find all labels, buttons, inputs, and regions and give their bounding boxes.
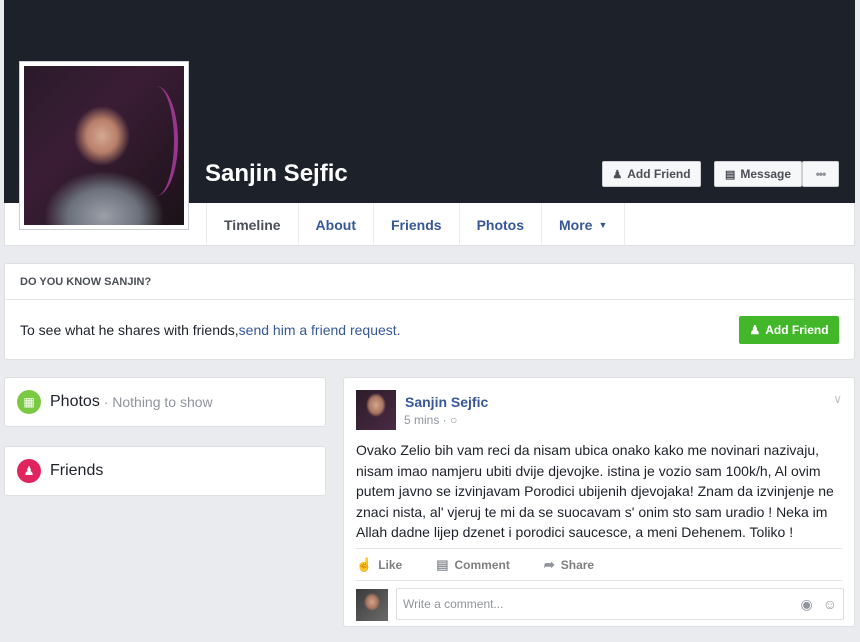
tab-about[interactable]: About (297, 203, 373, 246)
friends-card[interactable]: ♟ Friends (4, 446, 326, 496)
tab-label: Photos (476, 216, 525, 233)
share-icon: ➦ (543, 556, 555, 572)
add-friend-label: Add Friend (765, 323, 829, 337)
comment-label: Comment (454, 557, 510, 572)
more-options-button[interactable]: ••• (802, 161, 839, 187)
post-author-name[interactable]: Sanjin Sejfic (405, 394, 488, 410)
tab-label: Timeline (224, 216, 281, 233)
globe-icon[interactable]: ○ (450, 413, 457, 427)
post-timestamp[interactable]: 5 mins (404, 413, 439, 427)
profile-picture[interactable] (19, 61, 189, 230)
post-card: Sanjin Sejfic 5 mins · ○ ∨ Ovako Zelio b… (343, 377, 855, 627)
camera-icon[interactable]: ◉ (800, 596, 812, 613)
friends-icon: ♟ (17, 459, 41, 483)
friend-request-link[interactable]: send him a friend request. (239, 322, 401, 338)
tab-photos[interactable]: Photos (458, 203, 541, 246)
like-label: Like (378, 557, 403, 572)
profile-tabs: Timeline About Friends Photos More ▼ (206, 203, 626, 246)
photos-empty-note: · Nothing to show (99, 394, 213, 410)
post-text: Ovako Zelio bih vam reci da nisam ubica … (356, 442, 834, 540)
know-user-message: To see what he shares with friends, (20, 322, 239, 338)
tab-label: More (559, 216, 593, 233)
add-friend-label: Add Friend (627, 167, 691, 181)
photos-icon: ▦ (17, 390, 41, 414)
profile-photo-image (24, 66, 184, 225)
photos-card[interactable]: ▦ Photos · Nothing to show (4, 377, 326, 427)
message-label: Message (740, 167, 792, 181)
post-meta: 5 mins · ○ (404, 413, 457, 427)
tab-friends[interactable]: Friends (372, 203, 459, 246)
photos-title[interactable]: Photos (50, 393, 100, 411)
thumbs-up-icon: ☝ (356, 556, 373, 572)
post-author-avatar[interactable] (356, 390, 396, 430)
message-button[interactable]: ▤ Message (714, 161, 802, 187)
know-user-box: DO YOU KNOW SANJIN? To see what he share… (4, 263, 855, 360)
share-button[interactable]: ➦ Share (544, 557, 594, 573)
meta-separator: · (439, 413, 451, 427)
comment-button[interactable]: ▤ Comment (436, 557, 510, 573)
profile-name[interactable]: Sanjin Sejfic (205, 160, 348, 188)
know-user-text: To see what he shares with friends, send… (5, 300, 854, 360)
more-options-icon: ••• (815, 167, 827, 181)
comment-icon: ▤ (436, 556, 449, 572)
chevron-down-icon: ▼ (598, 219, 608, 230)
share-label: Share (560, 557, 595, 572)
commenter-avatar (356, 589, 388, 621)
emoji-icon[interactable]: ☺ (823, 596, 837, 612)
like-button[interactable]: ☝ Like (356, 557, 402, 573)
add-friend-icon: ♟ (612, 168, 623, 181)
tab-timeline[interactable]: Timeline (206, 203, 298, 246)
know-user-heading: DO YOU KNOW SANJIN? (5, 264, 854, 300)
add-friend-button[interactable]: ♟ Add Friend (602, 161, 701, 187)
message-icon: ▤ (724, 168, 736, 181)
tab-label: About (315, 216, 356, 233)
tab-more[interactable]: More ▼ (541, 203, 626, 246)
add-friend-icon: ♟ (749, 323, 761, 337)
post-options-chevron-icon[interactable]: ∨ (833, 392, 842, 406)
tab-label: Friends (390, 216, 442, 233)
comment-input[interactable] (403, 597, 791, 611)
comment-box[interactable]: ◉ ☺ (396, 588, 844, 620)
add-friend-green-button[interactable]: ♟ Add Friend (739, 316, 839, 344)
friends-title[interactable]: Friends (50, 462, 103, 480)
post-actions: ☝ Like ▤ Comment ➦ Share (356, 548, 842, 581)
